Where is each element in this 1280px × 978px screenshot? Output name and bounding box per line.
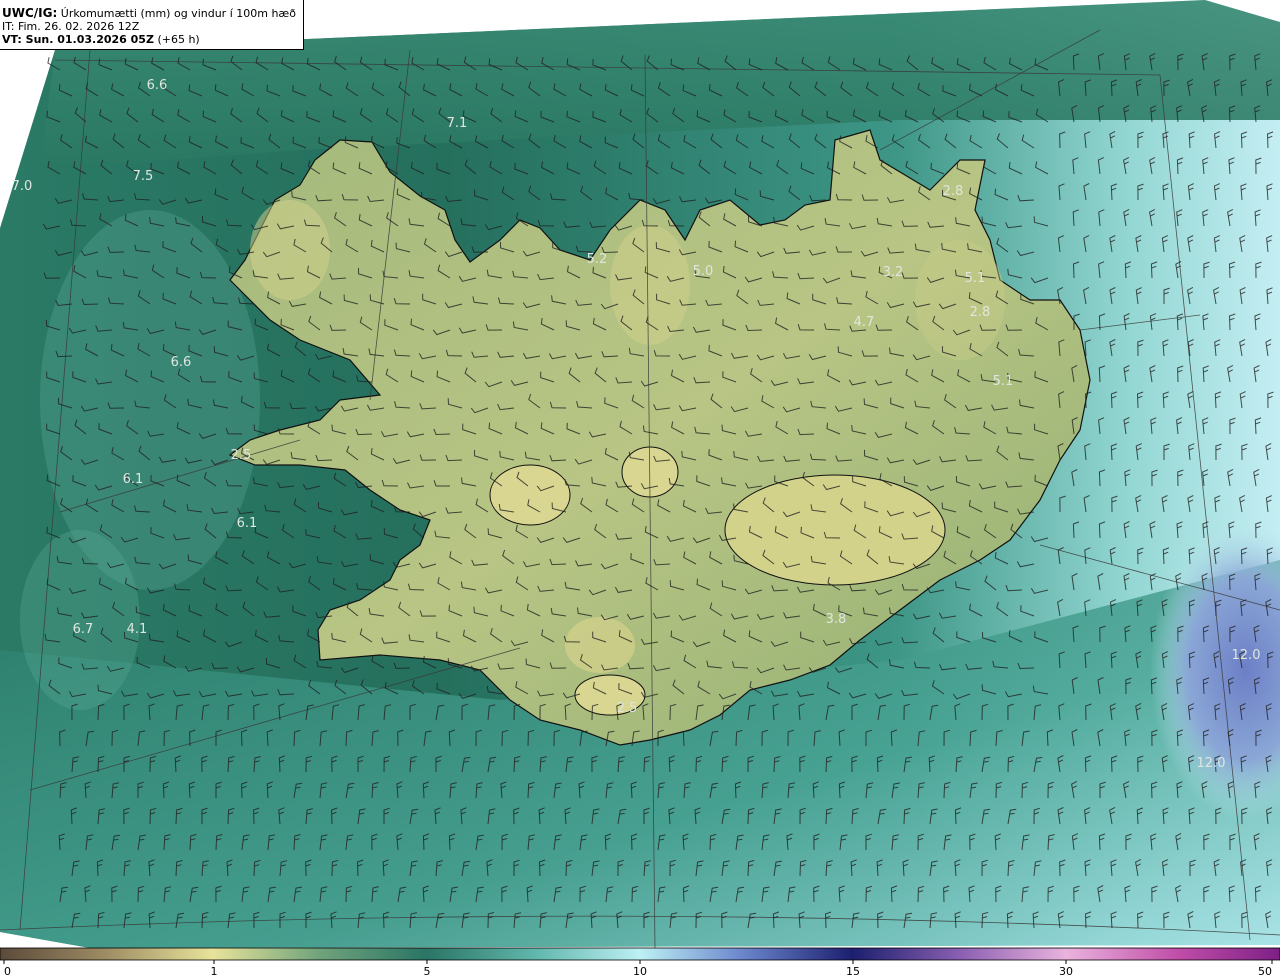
precip-value-label: 5.1 <box>965 271 986 286</box>
colorbar-tick-label: 1 <box>211 965 218 978</box>
title-box: UWC/IG: Úrkomumætti (mm) og vindur í 100… <box>0 0 304 50</box>
precip-value-label: 4.1 <box>127 622 148 637</box>
precip-value-label: 6.6 <box>171 355 192 370</box>
colorbar <box>0 947 1280 961</box>
precip-value-label: 7.5 <box>133 169 154 184</box>
colorbar-tick-label: 50 <box>1258 965 1272 978</box>
precip-value-label: 7.0 <box>12 179 33 194</box>
precip-value-label: 2.8 <box>943 184 964 199</box>
colorbar-tick-label: 15 <box>846 965 860 978</box>
colorbar-tick-label: 30 <box>1059 965 1073 978</box>
precipitation-wind-map: 6.6 7.1 7.0 7.5 6.6 6.1 6.1 6.7 4.1 2.5 5.2 5.0 3.2 4… <box>0 0 1280 978</box>
precip-value-label: 6.1 <box>237 516 258 531</box>
product-code: UWC/IG: <box>2 6 58 20</box>
precip-value-label: 3.2 <box>883 265 904 280</box>
precip-value-label: 3.8 <box>826 612 847 627</box>
precip-value-label: 2.5 <box>231 448 252 463</box>
precip-value-label: 7.1 <box>447 116 468 131</box>
precip-value-label: 12.0 <box>1197 756 1226 771</box>
precip-value-label: 5.2 <box>587 252 608 267</box>
weather-map: 6.6 7.1 7.0 7.5 6.6 6.1 6.1 6.7 4.1 2.5 5.2 5.0 3.2 4… <box>0 0 1280 978</box>
title-line-1: UWC/IG: Úrkomumætti (mm) og vindur í 100… <box>2 6 303 21</box>
colorbar-tick-label: 5 <box>424 965 431 978</box>
forecast-lead: (+65 h) <box>157 33 200 46</box>
colorbar-tick-label: 10 <box>633 965 647 978</box>
precip-value-label: 6.6 <box>147 78 168 93</box>
valid-time-line: VT: Sun. 01.03.2026 05Z (+65 h) <box>2 33 303 46</box>
init-time: IT: Fim. 26. 02. 2026 12Z <box>2 20 140 33</box>
precip-value-label: 6.7 <box>73 622 94 637</box>
valid-time: VT: Sun. 01.03.2026 05Z <box>2 33 154 46</box>
colorbar-tick-label: 0 <box>4 965 11 978</box>
map-title: Úrkomumætti (mm) og vindur í 100m hæð <box>60 7 296 20</box>
precip-value-label: 12.0 <box>1232 648 1261 663</box>
precip-value-label: 2.8 <box>970 305 991 320</box>
precip-value-label: 6.1 <box>123 472 144 487</box>
precip-value-label: 2.5 <box>617 701 638 716</box>
precip-value-label: 4.7 <box>854 315 875 330</box>
precip-value-label: 5.0 <box>693 264 714 279</box>
precip-value-label: 5.1 <box>993 374 1014 389</box>
